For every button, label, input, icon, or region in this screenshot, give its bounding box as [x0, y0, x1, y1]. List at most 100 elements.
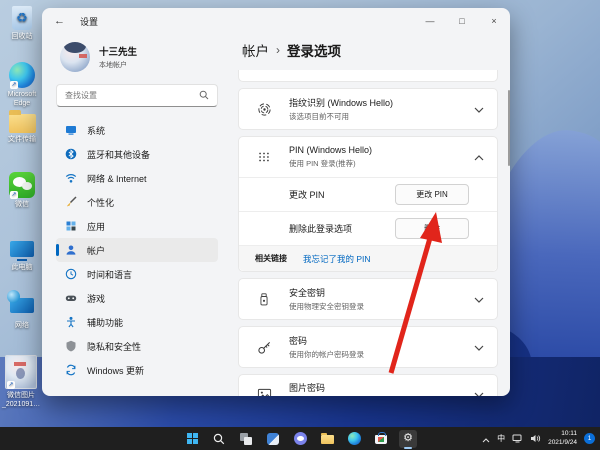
edge-button[interactable] [345, 430, 363, 448]
sidebar-item-label: 系统 [87, 125, 106, 136]
key-icon [255, 340, 273, 355]
user-name: 十三先生 [99, 47, 138, 58]
clock-globe-icon [64, 268, 77, 281]
desktop-icon-recycle-bin[interactable]: ♻ 回收站 [2, 6, 42, 41]
desktop-icon-wechat[interactable]: ↗ 微信 [2, 172, 42, 209]
sidebar-item-label: 帐户 [87, 245, 106, 256]
sidebar-item-time-language[interactable]: 时间和语言 [56, 262, 218, 286]
pin-title: PIN (Windows Hello) [289, 145, 373, 156]
change-pin-label: 更改 PIN [289, 190, 325, 200]
remove-pin-row: 删除此登录选项 删除 [239, 211, 497, 245]
sidebar-item-privacy[interactable]: 隐私和安全性 [56, 334, 218, 358]
notification-badge[interactable]: 1 [584, 433, 595, 444]
chevron-down-icon [474, 290, 484, 308]
search-icon [213, 433, 225, 444]
sidebar-item-label: 个性化 [87, 197, 115, 208]
this-pc-icon [10, 241, 34, 261]
desktop-icon-image-file[interactable]: ↗ 微信图片_2021091… [2, 355, 40, 409]
sidebar-item-apps[interactable]: 应用 [56, 214, 218, 238]
store-icon [375, 432, 387, 444]
tray-expand-button[interactable] [482, 430, 490, 448]
desktop-icon-network[interactable]: 网络 [2, 290, 42, 330]
desktop-icon-label: 微信 [15, 201, 29, 208]
edge-icon [347, 432, 361, 445]
window-title: 设置 [80, 16, 99, 27]
maximize-button[interactable]: □ [446, 8, 478, 34]
ime-indicator[interactable]: 中 [497, 433, 505, 444]
card-password[interactable]: 密码 使用你的帐户密码登录 [238, 326, 498, 368]
change-pin-button[interactable]: 更改 PIN [395, 184, 469, 205]
sidebar-item-bluetooth[interactable]: 蓝牙和其他设备 [56, 142, 218, 166]
chevron-up-icon [474, 148, 484, 166]
pin-keypad-icon [255, 150, 273, 164]
fingerprint-title: 指纹识别 (Windows Hello) [289, 97, 394, 108]
sidebar-item-accounts[interactable]: 帐户 [56, 238, 218, 262]
widgets-icon [267, 432, 279, 445]
desktop-icon-this-pc[interactable]: 此电脑 [2, 241, 42, 272]
taskbar-search-button[interactable] [210, 430, 228, 448]
breadcrumb-parent[interactable]: 帐户 [242, 40, 269, 60]
wechat-icon: ↗ [9, 172, 35, 199]
chat-button[interactable] [291, 430, 309, 448]
network-places-icon [7, 290, 34, 313]
desktop-icon-label: 回收站 [11, 33, 33, 40]
close-button[interactable]: × [478, 8, 510, 34]
start-button[interactable] [183, 430, 201, 448]
pin-subtitle: 使用 PIN 登录(推荐) [289, 158, 356, 168]
network-tray-icon[interactable] [512, 430, 523, 448]
related-links-label: 相关链接 [255, 254, 287, 263]
shortcut-arrow-icon: ↗ [10, 81, 18, 89]
accounts-icon [64, 244, 77, 257]
signin-options-page: 帐户 › 登录选项 指纹识别 (Windows Hello) 该选项目前不可用 [228, 34, 510, 396]
volume-icon[interactable] [530, 430, 541, 448]
shield-icon [64, 340, 77, 353]
clock[interactable]: 10:11 2021/9/24 [548, 430, 577, 447]
wifi-icon [64, 172, 77, 185]
scrollbar[interactable] [508, 90, 510, 166]
page-title: 登录选项 [287, 44, 341, 59]
search-input[interactable]: 查找设置 [56, 84, 218, 107]
picture-icon [255, 387, 273, 396]
card-picture-password[interactable]: 图片密码 轻扫并点击你最喜爱的照片以解锁设备 [238, 374, 498, 396]
desktop-icon-label: 网络 [15, 322, 29, 329]
sidebar-item-gaming[interactable]: 游戏 [56, 286, 218, 310]
settings-window: ← 设置 — □ × 十三先生 本地帐户 查找设置 系统 蓝牙和其他设备 网络 … [42, 8, 510, 396]
fingerprint-icon [255, 102, 273, 117]
remove-pin-button[interactable]: 删除 [395, 218, 469, 239]
settings-taskbar-button[interactable]: ⚙ [399, 429, 417, 449]
user-account-type: 本地帐户 [99, 62, 127, 69]
forgot-pin-link[interactable]: 我忘记了我的 PIN [303, 253, 371, 265]
card-fingerprint[interactable]: 指纹识别 (Windows Hello) 该选项目前不可用 [238, 88, 498, 130]
shortcut-arrow-icon: ↗ [7, 381, 15, 389]
desktop-icon-edge[interactable]: ↗ Microsoft Edge [2, 62, 42, 108]
tray-date: 2021/9/24 [548, 438, 577, 446]
card-security-key[interactable]: 安全密钥 使用物理安全密钥登录 [238, 278, 498, 320]
settings-cards: 指纹识别 (Windows Hello) 该选项目前不可用 PIN (Windo… [238, 70, 498, 396]
folder-icon [8, 110, 36, 133]
sidebar-item-personalization[interactable]: 个性化 [56, 190, 218, 214]
sidebar-item-accessibility[interactable]: 辅助功能 [56, 310, 218, 334]
sidebar-item-network[interactable]: 网络 & Internet [56, 166, 218, 190]
system-tray: 中 10:11 2021/9/24 1 [482, 427, 600, 450]
file-explorer-button[interactable] [318, 430, 336, 448]
picture-password-title: 图片密码 [289, 382, 326, 393]
sidebar-item-windows-update[interactable]: Windows 更新 [56, 358, 218, 382]
sidebar-item-system[interactable]: 系统 [56, 118, 218, 142]
back-button[interactable]: ← [54, 15, 72, 27]
tray-time: 10:11 [561, 430, 577, 438]
desktop-icon-label: 微信图片_2021091… [2, 392, 41, 409]
password-subtitle: 使用你的帐户密码登录 [289, 350, 364, 360]
widgets-button[interactable] [264, 430, 282, 448]
user-profile[interactable]: 十三先生 本地帐户 [60, 42, 218, 72]
gamepad-icon [64, 292, 77, 305]
search-icon [199, 87, 209, 105]
pin-header[interactable]: PIN (Windows Hello) 使用 PIN 登录(推荐) [239, 137, 497, 177]
bluetooth-icon [64, 148, 77, 161]
task-view-button[interactable] [237, 430, 255, 448]
minimize-button[interactable]: — [414, 8, 446, 34]
brush-icon [64, 196, 77, 209]
store-button[interactable] [372, 430, 390, 448]
recycle-bin-icon: ♻ [12, 6, 32, 30]
desktop-icon-folder[interactable]: 文件传输 [2, 110, 42, 144]
sidebar-item-label: 应用 [87, 221, 106, 232]
